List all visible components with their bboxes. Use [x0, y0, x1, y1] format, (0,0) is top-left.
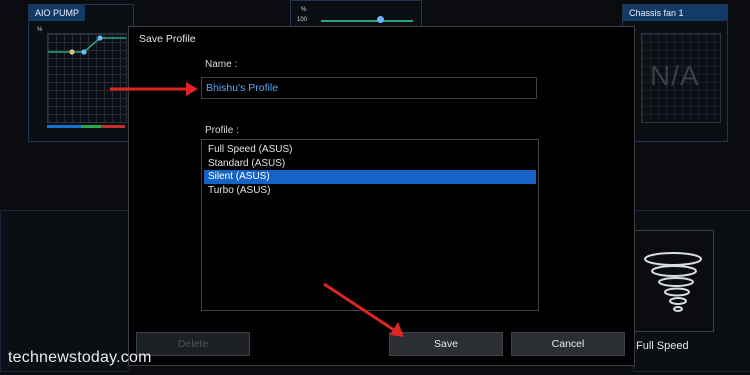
delete-button[interactable]: Delete: [136, 332, 250, 356]
save-profile-dialog: Save Profile Name : Profile : Full Speed…: [128, 26, 635, 366]
profile-list-item[interactable]: Standard (ASUS): [204, 157, 536, 171]
mid-curve-line: [321, 20, 413, 22]
chassis-fan-chart: N/A: [641, 33, 721, 123]
chassis-fan-title: Chassis fan 1: [623, 5, 727, 21]
profile-list-item[interactable]: Turbo (ASUS): [204, 184, 536, 198]
profile-list[interactable]: Full Speed (ASUS) Standard (ASUS) Silent…: [201, 139, 539, 311]
profile-list-item-selected[interactable]: Silent (ASUS): [204, 170, 536, 184]
tornado-icon: [644, 252, 702, 312]
mid-curve-point[interactable]: [377, 16, 384, 23]
save-button[interactable]: Save: [389, 332, 503, 356]
temp-bar-blue: [47, 125, 81, 128]
percent-label: %: [301, 7, 307, 13]
profile-name-input[interactable]: [201, 77, 537, 99]
aio-pump-panel: AIO PUMP %: [28, 4, 134, 142]
curve-point[interactable]: [69, 49, 75, 55]
aio-pump-title: AIO PUMP: [29, 5, 86, 21]
fan-mode-label: Full Speed: [636, 340, 689, 352]
profile-list-item[interactable]: Full Speed (ASUS): [204, 143, 536, 157]
curve-point[interactable]: [81, 49, 87, 55]
mid-fan-panel: % 100: [290, 0, 422, 28]
percent-label: %: [37, 27, 43, 33]
temp-bar-green: [81, 125, 101, 128]
cancel-button[interactable]: Cancel: [511, 332, 625, 356]
temp-bar-red: [101, 125, 125, 128]
dialog-title: Save Profile: [139, 33, 196, 45]
curve-point[interactable]: [97, 35, 103, 41]
name-label: Name :: [205, 59, 238, 70]
na-label: N/A: [650, 60, 700, 91]
fan-mode-button[interactable]: [632, 230, 714, 332]
max-percent-label: 100: [297, 17, 308, 23]
lower-left-panel: [0, 210, 130, 372]
profile-label: Profile :: [205, 125, 239, 136]
watermark-text: technewstoday.com: [8, 349, 152, 366]
chassis-fan-panel: Chassis fan 1 N/A: [622, 4, 728, 142]
aio-pump-curve: [48, 35, 126, 55]
aio-pump-curve-chart: [47, 33, 127, 123]
